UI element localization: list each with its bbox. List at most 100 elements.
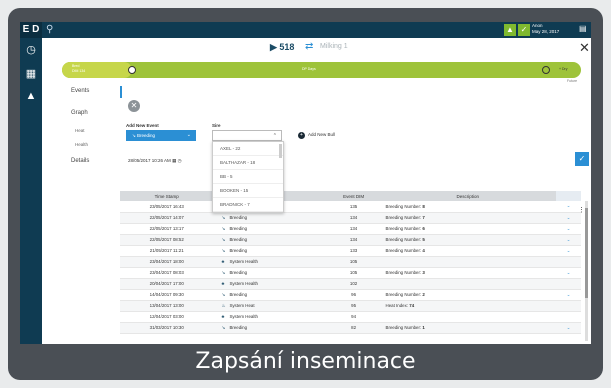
swap-icon[interactable]: ⇄ — [305, 41, 313, 52]
table-row[interactable]: 20/04/2017 17:00 ♣ System Health 102 — [120, 278, 581, 290]
logout-icon[interactable]: ▤ — [579, 24, 587, 33]
table-row[interactable]: 22/05/2017 13:17 ↘ Breeding 134 Breeding Num… — [120, 223, 581, 235]
row-gap — [286, 267, 328, 279]
user-info[interactable]: Anon May 28, 2017 — [532, 23, 559, 35]
sire-option[interactable]: BALTHAZAR - 18 — [213, 156, 283, 170]
row-gap — [286, 311, 328, 323]
row-description: Breeding Number: 8 — [379, 201, 557, 213]
chevron-down-icon[interactable]: ⌄ — [556, 289, 581, 301]
timeline-mid-label: DP Days — [302, 67, 316, 71]
row-description-text: Breeding Number: — [385, 325, 422, 330]
row-description — [379, 256, 557, 268]
close-form-icon[interactable]: ✕ — [128, 100, 140, 112]
nav-details[interactable]: Details — [71, 158, 89, 164]
table-row[interactable]: 23/05/2017 16:43↘Breeding135Breeding Num… — [120, 201, 581, 213]
col-description: Description — [379, 191, 557, 201]
row-type-text: Breeding — [229, 291, 248, 297]
col-expand — [556, 191, 581, 201]
search-icon[interactable]: ⚲ — [46, 24, 53, 35]
row-timestamp: 20/04/2017 17:00 — [120, 278, 214, 290]
add-new-bull-button[interactable]: + Add New Bull — [298, 132, 335, 139]
clock-icon[interactable]: ◷ — [23, 42, 39, 58]
table-row[interactable]: 14/04/2017 09:30 ↘ Breeding 96 Breeding Numb… — [120, 289, 581, 301]
chevron-down-icon[interactable]: ⌄ — [556, 234, 581, 246]
row-timestamp: 22/05/2017 13:17 — [120, 223, 214, 235]
event-datetime-value: 28/05/2017 10:26 AM — [128, 158, 171, 163]
cow-header: ▶ 518 ⇄ Milking 1 ✕ — [42, 38, 591, 58]
row-description-number: 7 — [422, 215, 425, 220]
chevron-down-icon[interactable]: ⌄ — [556, 223, 581, 235]
sire-option[interactable]: AXEL - 22 — [213, 142, 283, 156]
table-row[interactable]: 12/04/2017 03:00 ♣ System Health 94 — [120, 311, 581, 323]
row-type: ↘Breeding — [213, 212, 287, 224]
event-type-select[interactable]: ↘ Breeding ⌄ — [126, 130, 196, 141]
chevron-down-icon[interactable]: ⌄ — [556, 322, 581, 334]
row-type: ♣ System Health — [213, 311, 287, 323]
row-description: Breeding Number: 6 — [379, 223, 557, 235]
table-row[interactable]: 23/04/2017 18:00 ♣ System Health 105 — [120, 256, 581, 268]
timeline-current-marker[interactable] — [128, 66, 136, 74]
home-icon[interactable]: ▲ — [23, 88, 39, 104]
row-type: ↘Breeding — [213, 223, 287, 235]
calendar-icon[interactable]: ▦ — [172, 158, 176, 163]
row-timestamp: 21/05/2017 11:21 — [120, 245, 214, 257]
row-expand-empty — [556, 311, 581, 323]
plus-icon: + — [298, 132, 305, 139]
cow-icon-button[interactable]: ▲ — [504, 24, 516, 36]
graph-icon-button[interactable]: ✓ — [518, 24, 530, 36]
nav-graph[interactable]: Graph — [71, 110, 88, 116]
table-scrollbar-thumb[interactable] — [585, 208, 588, 298]
app-logo: E D — [20, 22, 42, 38]
row-expand-empty — [556, 300, 581, 312]
sire-option[interactable]: BOOKEN - 15 — [213, 184, 283, 198]
confirm-check-button[interactable]: ✓ — [575, 152, 589, 166]
table-row[interactable]: 13/04/2017 13:00 ♨ System Heat 95 Heat Index… — [120, 300, 581, 312]
clock-small-icon[interactable]: ◷ — [178, 158, 182, 163]
row-description: Breeding Number: 5 — [379, 234, 557, 246]
row-gap — [286, 201, 328, 213]
row-type: ↘Breeding — [213, 322, 287, 334]
close-icon[interactable]: ✕ — [579, 40, 590, 56]
timeline-end-label: + Dry — [559, 67, 568, 71]
table-row[interactable]: 22/05/2017 08:52 ↘ Breeding 134 Breeding Num… — [120, 234, 581, 246]
dropdown-scrollbar[interactable] — [279, 144, 282, 158]
row-type-text: Breeding — [229, 269, 248, 275]
table-row[interactable]: 22/05/2017 14:07 ↘ Breeding 134 Breeding Num… — [120, 212, 581, 224]
row-type-text: Breeding — [229, 236, 248, 242]
sire-option[interactable]: BB - 5 — [213, 170, 283, 184]
row-timestamp: 31/03/2017 10:30 — [120, 322, 214, 334]
more-options-icon[interactable]: ⋮ — [578, 206, 585, 214]
sire-option[interactable]: BRADNICK - 7 — [213, 198, 283, 212]
chevron-down-icon[interactable]: ⌄ — [556, 245, 581, 257]
nav-health[interactable]: Health — [75, 142, 88, 147]
row-description-number: 3 — [422, 270, 425, 275]
row-type-text: System Health — [229, 281, 258, 286]
event-datetime[interactable]: 28/05/2017 10:26 AM ▦ ◷ — [128, 158, 182, 164]
events-table-body: 23/05/2017 16:43↘Breeding135Breeding Num… — [120, 201, 581, 334]
table-row[interactable]: 21/05/2017 11:21 ↘ Breeding 133 Breeding Num… — [120, 245, 581, 257]
sire-select[interactable]: ⌃ — [212, 130, 282, 141]
cow-number-text: 518 — [279, 42, 295, 52]
event-type-value: Breeding — [137, 133, 156, 138]
row-dim: 134 — [327, 223, 380, 235]
table-row[interactable]: 23/04/2017 08:03 ↘ Breeding 105 Breeding Num… — [120, 267, 581, 279]
row-type-text: Breeding — [229, 214, 248, 220]
nav-heat[interactable]: Heat — [75, 128, 85, 133]
row-dim: 105 — [327, 267, 380, 279]
chevron-down-icon: ⌄ — [186, 132, 191, 138]
row-gap — [286, 300, 328, 312]
add-new-bull-label: Add New Bull — [308, 132, 336, 137]
left-rail: E D ◷ ▦ ▲ — [20, 22, 42, 344]
row-timestamp: 23/04/2017 08:03 — [120, 267, 214, 279]
barn-icon[interactable]: ▦ — [23, 66, 39, 82]
chevron-down-icon[interactable]: ⌄ — [556, 267, 581, 279]
screenshot-frame: E D ◷ ▦ ▲ ⚲ ▲ ✓ Anon May 28, 2017 ▤ ▶ 51… — [8, 8, 603, 380]
timeline-dry-marker[interactable] — [542, 66, 550, 74]
row-description-text: Breeding Number: — [385, 215, 422, 220]
row-gap — [286, 278, 328, 290]
row-description: Breeding Number: 4 — [379, 245, 557, 257]
table-row[interactable]: 31/03/2017 10:30 ↘ Breeding 82 Breeding Numb… — [120, 322, 581, 334]
nav-events[interactable]: Events — [71, 88, 89, 94]
row-gap — [286, 289, 328, 301]
add-new-event-label: Add New Event — [126, 123, 159, 128]
